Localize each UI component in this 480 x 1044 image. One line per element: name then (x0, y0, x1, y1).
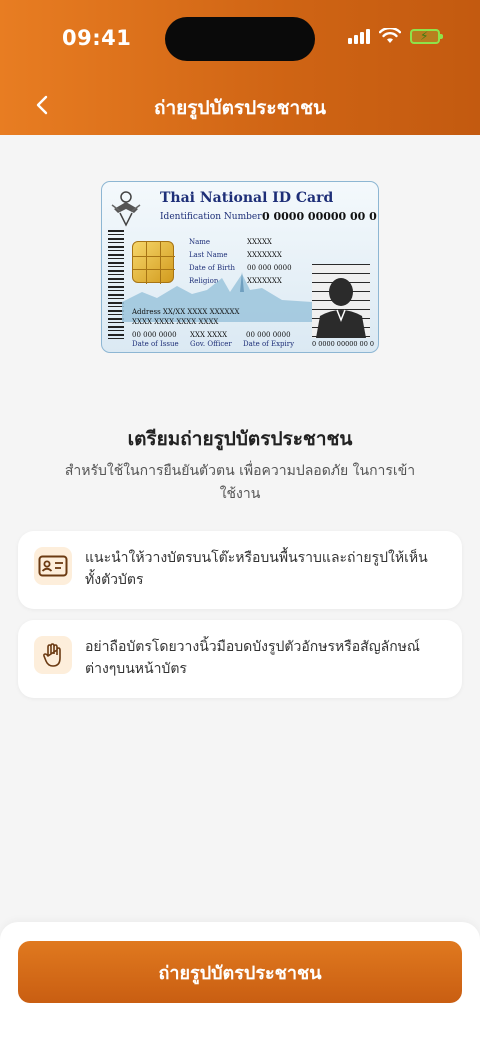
card-officer-label: Gov. Officer (190, 340, 232, 348)
subtitle: สำหรับใช้ในการยืนยันตัวตน เพื่อความปลอดภ… (64, 463, 416, 502)
tip-card-flat-surface: แนะนำให้วางบัตรบนโต๊ะหรือบนพื้นราบและถ่า… (18, 531, 462, 609)
hand-icon (43, 643, 61, 667)
tip-text: อย่าถือบัตรโดยวางนิ้วมือบดบังรูปตัวอักษร… (85, 639, 420, 677)
tip-no-finger-cover: อย่าถือบัตรโดยวางนิ้วมือบดบังรูปตัวอักษร… (18, 620, 462, 698)
card-serial: 0 0000 00000 00 0 (312, 340, 375, 348)
card-dob-value: 00 000 0000 (247, 264, 292, 272)
card-lastname-label: Last Name (189, 251, 228, 259)
battery-icon: ⚡ (410, 28, 443, 44)
card-id-label: Identification Number (160, 212, 262, 222)
card-lastname-value: XXXXXXX (247, 251, 282, 259)
app-header: 09:41 ⚡ ถ่ายรูปบัตรประชาชน (0, 0, 480, 135)
garuda-emblem-icon (111, 191, 141, 227)
status-time: 09:41 (62, 26, 132, 50)
card-address-line2: XXXX XXXX XXXX XXXX (132, 318, 219, 326)
card-id-value: 0 0000 00000 00 0 (262, 210, 377, 223)
status-icons: ⚡ (348, 28, 443, 44)
card-name-value: XXXXX (247, 238, 272, 246)
card-name-label: Name (189, 238, 211, 246)
card-address-line1: Address XX/XX XXXX XXXXXX (132, 308, 240, 316)
portrait-photo (312, 264, 370, 338)
card-officer-value: XXX XXXX (190, 331, 228, 339)
headline: เตรียมถ่ายรูปบัตรประชาชน (127, 428, 353, 450)
card-expiry-label: Date of Expiry (243, 340, 295, 348)
page-title: ถ่ายรูปบัตรประชาชน (153, 97, 327, 119)
card-issue-value: 00 000 0000 (132, 331, 177, 339)
card-issue-label: Date of Issue (132, 340, 179, 348)
take-id-card-photo-button[interactable]: ถ่ายรูปบัตรประชาชน (18, 941, 462, 1003)
card-dob-label: Date of Birth (189, 264, 236, 272)
dynamic-island (165, 17, 315, 61)
card-title: Thai National ID Card (160, 190, 334, 206)
id-card-illustration: Thai National ID Card Identification Num… (101, 181, 379, 353)
tip-icon-wrapper (34, 636, 72, 674)
card-expiry-value: 00 000 0000 (246, 331, 291, 339)
id-card-icon (38, 555, 68, 577)
wifi-icon (379, 28, 401, 43)
person-silhouette-icon (316, 278, 366, 338)
tip-icon-wrapper (34, 547, 72, 585)
tip-text: แนะนำให้วางบัตรบนโต๊ะหรือบนพื้นราบและถ่า… (85, 550, 428, 588)
signal-icon (348, 28, 370, 44)
